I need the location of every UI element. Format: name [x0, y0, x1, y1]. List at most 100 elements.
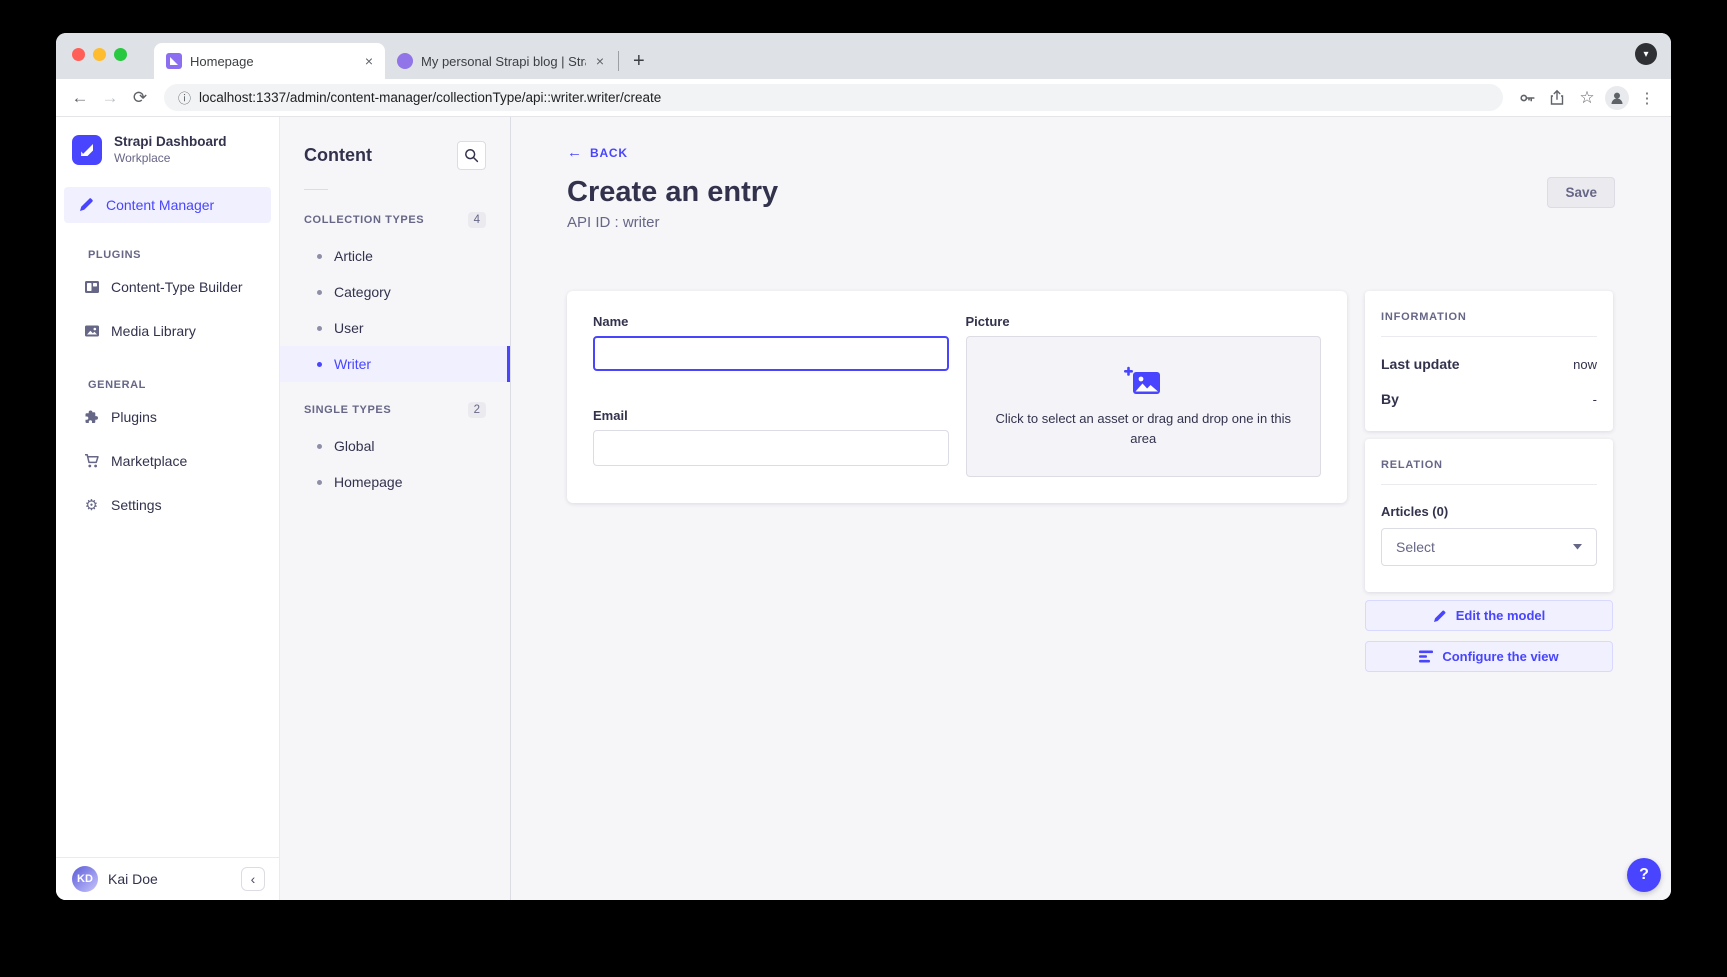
strapi-favicon-icon [166, 53, 182, 69]
info-value: now [1573, 357, 1597, 372]
divider [304, 189, 328, 190]
email-input[interactable] [593, 430, 949, 466]
sidebar-item-settings[interactable]: ⚙ Settings [56, 483, 279, 527]
tab-separator [618, 51, 619, 71]
subnav-item-label: Global [334, 438, 374, 454]
section-header: PLUGINS [56, 249, 279, 261]
tab-homepage[interactable]: Homepage × [154, 43, 385, 79]
puzzle-icon [83, 409, 100, 425]
sidebar-item-label: Marketplace [111, 453, 187, 469]
bullet-icon [317, 254, 322, 259]
back-link[interactable]: ← BACK [567, 144, 628, 161]
sidebar-item-label: Settings [111, 497, 162, 513]
tab-search-button[interactable]: ▾ [1635, 43, 1657, 65]
email-field: Email [593, 408, 949, 478]
pen-icon [78, 197, 94, 213]
back-label: BACK [590, 146, 628, 160]
group-label-collection-types: COLLECTION TYPES [304, 214, 424, 226]
brand: Strapi Dashboard Workplace [56, 117, 279, 179]
new-tab-button[interactable]: + [625, 50, 653, 73]
right-panel: INFORMATION Last update now By - RELATIO… [1365, 291, 1613, 672]
tab-title: My personal Strapi blog | Strap [421, 54, 586, 69]
subnav-item-writer[interactable]: Writer [280, 346, 510, 382]
sidebar-item-label: Media Library [111, 323, 196, 339]
tab-strapi-blog[interactable]: My personal Strapi blog | Strap × [385, 43, 616, 79]
browser-toolbar: ← → ⟳ ⓘ localhost:1337/admin/content-man… [56, 79, 1671, 117]
name-label: Name [593, 314, 949, 329]
email-label: Email [593, 408, 949, 423]
subnav-item-global[interactable]: Global [280, 428, 510, 464]
close-window-button[interactable] [72, 48, 85, 61]
back-arrow-icon: ← [567, 144, 582, 161]
blog-favicon-icon [397, 53, 413, 69]
sidebar-item-media-library[interactable]: Media Library [56, 309, 279, 353]
subnav-item-homepage[interactable]: Homepage [280, 464, 510, 500]
subnav-item-label: Homepage [334, 474, 403, 490]
picture-label: Picture [966, 314, 1322, 329]
info-label: Last update [1381, 356, 1460, 372]
bullet-icon [317, 290, 322, 295]
page-title: Create an entry [567, 176, 778, 209]
strapi-app: Strapi Dashboard Workplace Content Manag… [56, 117, 1671, 900]
relation-panel: RELATION Articles (0) Select [1365, 439, 1613, 592]
browser-profile-avatar[interactable] [1605, 86, 1629, 110]
main-sidebar: Strapi Dashboard Workplace Content Manag… [56, 117, 280, 900]
edit-model-button[interactable]: Edit the model [1365, 600, 1613, 631]
browser-menu-icon[interactable]: ⋮ [1635, 89, 1659, 107]
plugins-section: PLUGINS Content-Type Builder Media Libra… [56, 249, 279, 353]
content-subnav: Content COLLECTION TYPES 4 Article Categ… [280, 117, 511, 900]
media-icon [83, 323, 100, 339]
configure-view-button[interactable]: Configure the view [1365, 641, 1613, 672]
minimize-window-button[interactable] [93, 48, 106, 61]
sidebar-item-plugins[interactable]: Plugins [56, 395, 279, 439]
browser-window: Homepage × My personal Strapi blog | Str… [56, 33, 1671, 900]
subnav-item-category[interactable]: Category [280, 274, 510, 310]
edit-model-label: Edit the model [1456, 608, 1546, 623]
share-icon[interactable] [1545, 89, 1569, 107]
name-input[interactable] [593, 336, 949, 371]
articles-select[interactable]: Select [1381, 528, 1597, 566]
help-button[interactable]: ? [1627, 858, 1661, 892]
search-button[interactable] [457, 141, 486, 170]
bullet-icon [317, 362, 322, 367]
info-label: By [1381, 391, 1399, 407]
reload-button[interactable]: ⟳ [128, 88, 152, 108]
subnav-title: Content [304, 145, 372, 166]
subnav-item-label: Article [334, 248, 373, 264]
collapse-sidebar-button[interactable]: ‹ [241, 867, 265, 891]
sidebar-item-marketplace[interactable]: Marketplace [56, 439, 279, 483]
information-panel: INFORMATION Last update now By - [1365, 291, 1613, 431]
general-section: GENERAL Plugins Marketplace ⚙ Settings [56, 379, 279, 527]
subnav-item-article[interactable]: Article [280, 238, 510, 274]
sidebar-item-label: Content-Type Builder [111, 279, 243, 295]
bookmark-star-icon[interactable]: ☆ [1575, 88, 1599, 108]
add-image-icon [1124, 365, 1162, 397]
address-bar[interactable]: ⓘ localhost:1337/admin/content-manager/c… [164, 84, 1503, 111]
name-field: Name [593, 314, 949, 383]
sidebar-item-content-manager[interactable]: Content Manager [64, 187, 271, 223]
back-button[interactable]: ← [68, 88, 92, 108]
close-tab-icon[interactable]: × [363, 53, 375, 69]
site-info-icon[interactable]: ⓘ [178, 88, 191, 107]
select-placeholder: Select [1396, 539, 1435, 555]
sidebar-item-content-type-builder[interactable]: Content-Type Builder [56, 265, 279, 309]
upload-placeholder-text: Click to select an asset or drag and dro… [983, 409, 1303, 448]
bullet-icon [317, 444, 322, 449]
last-update-row: Last update now [1381, 356, 1597, 372]
tab-strip: Homepage × My personal Strapi blog | Str… [56, 33, 1671, 79]
subnav-item-user[interactable]: User [280, 310, 510, 346]
close-tab-icon[interactable]: × [594, 53, 606, 69]
password-key-icon[interactable] [1515, 89, 1539, 107]
subnav-item-label: User [334, 320, 364, 336]
articles-relation-label: Articles (0) [1381, 504, 1597, 519]
brand-subtitle: Workplace [114, 151, 227, 165]
user-row: KD Kai Doe ‹ [56, 857, 279, 900]
section-header: GENERAL [56, 379, 279, 391]
maximize-window-button[interactable] [114, 48, 127, 61]
forward-button[interactable]: → [98, 88, 122, 108]
api-id-subtitle: API ID : writer [567, 214, 1615, 231]
save-button[interactable]: Save [1547, 177, 1615, 208]
layout-icon [83, 279, 100, 295]
url-text: localhost:1337/admin/content-manager/col… [199, 90, 661, 105]
picture-upload-dropzone[interactable]: Click to select an asset or drag and dro… [966, 336, 1322, 477]
